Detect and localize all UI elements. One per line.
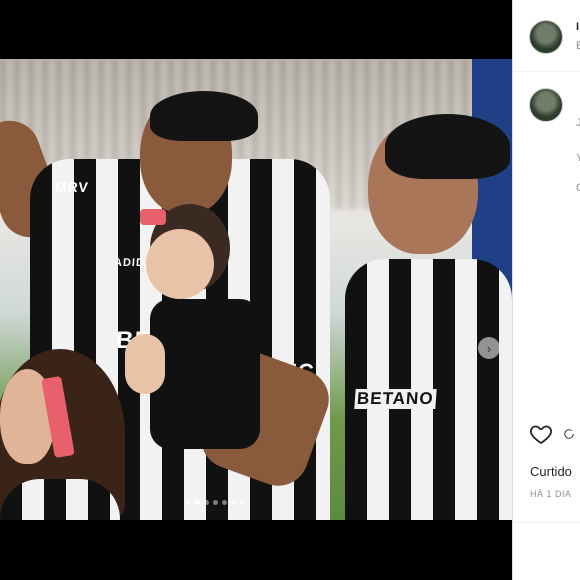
- caption-line-2: Y: [576, 152, 580, 164]
- carousel-dot: [231, 500, 236, 505]
- caption-line-3: C: [576, 182, 580, 194]
- carousel-dot: [213, 500, 218, 505]
- author-avatar[interactable]: [529, 20, 563, 54]
- carousel-indicator: [186, 500, 245, 505]
- like-button[interactable]: [529, 422, 553, 446]
- carousel-dot: [186, 500, 191, 505]
- carousel-dot: [204, 500, 209, 505]
- next-slide-button[interactable]: ›: [478, 337, 500, 359]
- baby-bow: [140, 209, 166, 225]
- author-username[interactable]: I: [576, 21, 579, 33]
- baby-dress: [150, 299, 260, 449]
- post-actions: [529, 422, 575, 446]
- post-timestamp[interactable]: HÁ 1 DIA: [530, 489, 572, 499]
- carousel-dot-active: [195, 500, 200, 505]
- adult-hair: [150, 91, 258, 141]
- post-photo[interactable]: MRV ADIDAS BE EC BETANO: [0, 59, 512, 520]
- heart-icon: [530, 425, 552, 445]
- baby-arm: [125, 334, 165, 394]
- caption-line-1: J: [576, 117, 580, 129]
- author-subtitle: E: [576, 40, 580, 52]
- girl-jersey: [0, 479, 120, 520]
- post-header: I E: [513, 0, 580, 72]
- carousel-dot: [222, 500, 227, 505]
- baby-face: [146, 229, 214, 299]
- comment-button[interactable]: [563, 422, 575, 446]
- chevron-right-icon: ›: [486, 340, 492, 356]
- carousel-dot: [240, 500, 245, 505]
- comment-icon: [564, 429, 574, 439]
- jersey-text-mrv: MRV: [54, 179, 90, 195]
- post-media: MRV ADIDAS BE EC BETANO: [0, 0, 512, 580]
- caption-avatar[interactable]: [529, 88, 563, 122]
- post-sidebar: I E J Y C Curtido HÁ 1 DIA: [512, 0, 580, 580]
- caption-area: J Y C: [513, 72, 580, 362]
- young-hair: [385, 114, 510, 179]
- divider: [513, 522, 580, 523]
- jersey-sponsor-betano: BETANO: [354, 389, 437, 409]
- likes-label[interactable]: Curtido: [530, 464, 572, 479]
